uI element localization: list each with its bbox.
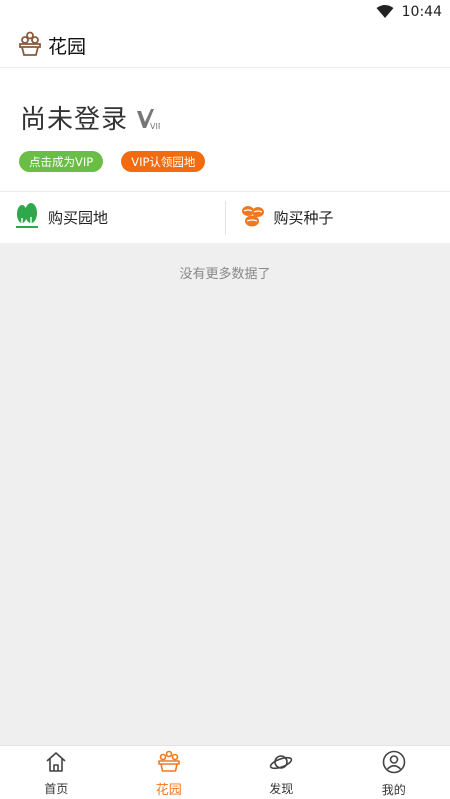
tab-discover-label: 发现 [269, 781, 294, 796]
vip-badges: 点击成为VIP VIP认领园地 [19, 151, 206, 172]
home-icon [45, 751, 67, 777]
buy-seeds-label: 购买种子 [273, 209, 334, 227]
bottom-tab-bar: 首页 花园 发现 我的 [0, 745, 450, 799]
page-title: 花园 [48, 36, 87, 58]
tab-home[interactable]: 首页 [0, 746, 113, 799]
seeds-icon [240, 204, 266, 232]
wifi-icon [376, 5, 394, 19]
garden-icon [157, 750, 181, 776]
vip-icon: VIP [136, 108, 163, 134]
vip-icon-text: VIP [150, 122, 160, 130]
profile-section: 尚未登录 VIP 点击成为VIP VIP认领园地 [0, 69, 450, 191]
buy-garden-button[interactable]: 购买园地 [0, 192, 225, 243]
profile-name-row[interactable]: 尚未登录 VIP [20, 99, 163, 136]
buy-garden-label: 购买园地 [48, 209, 109, 227]
buy-seeds-button[interactable]: 购买种子 [226, 192, 450, 243]
tab-discover[interactable]: 发现 [225, 746, 338, 799]
planet-icon [269, 751, 293, 777]
login-status-text[interactable]: 尚未登录 [20, 99, 128, 136]
empty-list-text: 没有更多数据了 [179, 267, 271, 282]
user-icon [382, 750, 406, 778]
status-bar: 10:44 [0, 0, 450, 24]
tab-garden-label: 花园 [155, 782, 182, 798]
garden-list[interactable]: 没有更多数据了 [0, 243, 450, 745]
tab-profile-label: 我的 [381, 782, 406, 797]
become-vip-button[interactable]: 点击成为VIP [19, 151, 104, 172]
tab-profile[interactable]: 我的 [338, 746, 450, 799]
tab-home-label: 首页 [44, 781, 69, 796]
flowerpot-logo-icon [18, 31, 42, 61]
tree-icon [14, 202, 40, 233]
tab-garden[interactable]: 花园 [113, 746, 226, 799]
status-time: 10:44 [401, 4, 442, 20]
vip-claim-garden-button[interactable]: VIP认领园地 [121, 151, 206, 172]
quick-actions: 购买园地 购买种子 [0, 191, 450, 243]
app-header: 花园 [0, 24, 450, 68]
